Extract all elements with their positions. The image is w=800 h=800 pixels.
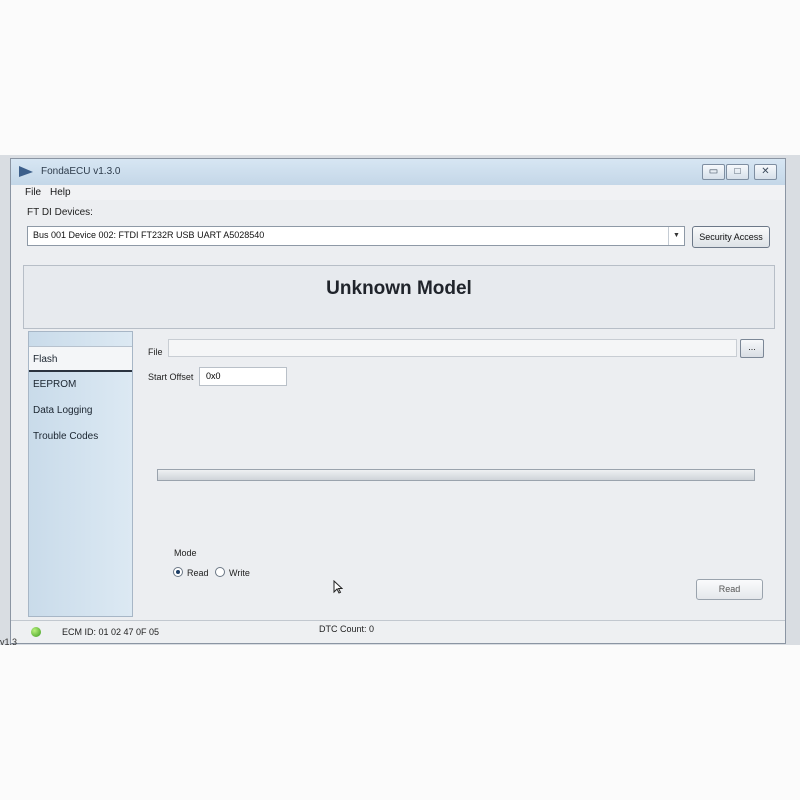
dropdown-arrow-icon[interactable]: ▼ <box>668 227 684 245</box>
mode-label: Mode <box>174 548 197 558</box>
menu-file[interactable]: File <box>25 187 41 198</box>
browse-button[interactable]: ... <box>740 339 764 358</box>
radio-checked-icon[interactable] <box>173 567 183 577</box>
start-offset-input[interactable]: 0x0 <box>199 367 287 386</box>
app-window: FondaECU v1.3.0 ▭ □ ✕ File Help FT DI De… <box>10 158 786 644</box>
ecm-id-text: ECM ID: 01 02 47 0F 05 <box>62 627 160 637</box>
menu-help[interactable]: Help <box>50 187 71 198</box>
nav-item-data-logging[interactable]: Data Logging <box>33 405 93 416</box>
left-nav: Flash EEPROM Data Logging Trouble Codes <box>28 331 133 617</box>
background-edge-text: v1.3 <box>0 637 18 647</box>
minimize-button[interactable]: ▭ <box>702 164 725 180</box>
mode-read-label: Read <box>187 568 209 578</box>
mouse-cursor-icon <box>333 580 343 594</box>
start-offset-value: 0x0 <box>206 371 221 381</box>
menu-bar: File Help <box>11 185 785 200</box>
model-title: Unknown Model <box>326 278 472 299</box>
flash-progress-bar <box>157 469 755 481</box>
file-label: File <box>148 347 163 357</box>
read-button[interactable]: Read <box>696 579 763 600</box>
close-button[interactable]: ✕ <box>754 164 777 180</box>
window-title: FondaECU v1.3.0 <box>41 166 121 177</box>
device-select-value: Bus 001 Device 002: FTDI FT232R USB UART… <box>33 230 265 240</box>
ftdi-devices-label: FT DI Devices: <box>27 207 93 218</box>
dtc-count-text: DTC Count: 0 <box>319 624 375 634</box>
title-bar: FondaECU v1.3.0 ▭ □ ✕ <box>11 159 785 185</box>
start-offset-label: Start Offset <box>148 372 194 382</box>
device-select[interactable]: Bus 001 Device 002: FTDI FT232R USB UART… <box>27 226 685 246</box>
connection-status-icon <box>31 627 41 637</box>
nav-item-eeprom[interactable]: EEPROM <box>33 379 76 390</box>
mode-read-radio[interactable]: Read <box>173 567 209 578</box>
model-header: Unknown Model <box>23 265 775 329</box>
radio-unchecked-icon[interactable] <box>215 567 225 577</box>
maximize-button[interactable]: □ <box>726 164 749 180</box>
security-access-button[interactable]: Security Access <box>692 226 770 248</box>
mode-write-label: Write <box>229 568 250 578</box>
nav-item-flash[interactable]: Flash <box>29 346 132 372</box>
file-path-input[interactable] <box>168 339 737 357</box>
app-icon <box>19 166 33 177</box>
status-bar: ECM ID: 01 02 47 0F 05 DTC Count: 0 <box>11 620 785 643</box>
mode-write-radio[interactable]: Write <box>215 567 250 578</box>
nav-item-trouble-codes[interactable]: Trouble Codes <box>33 431 98 442</box>
